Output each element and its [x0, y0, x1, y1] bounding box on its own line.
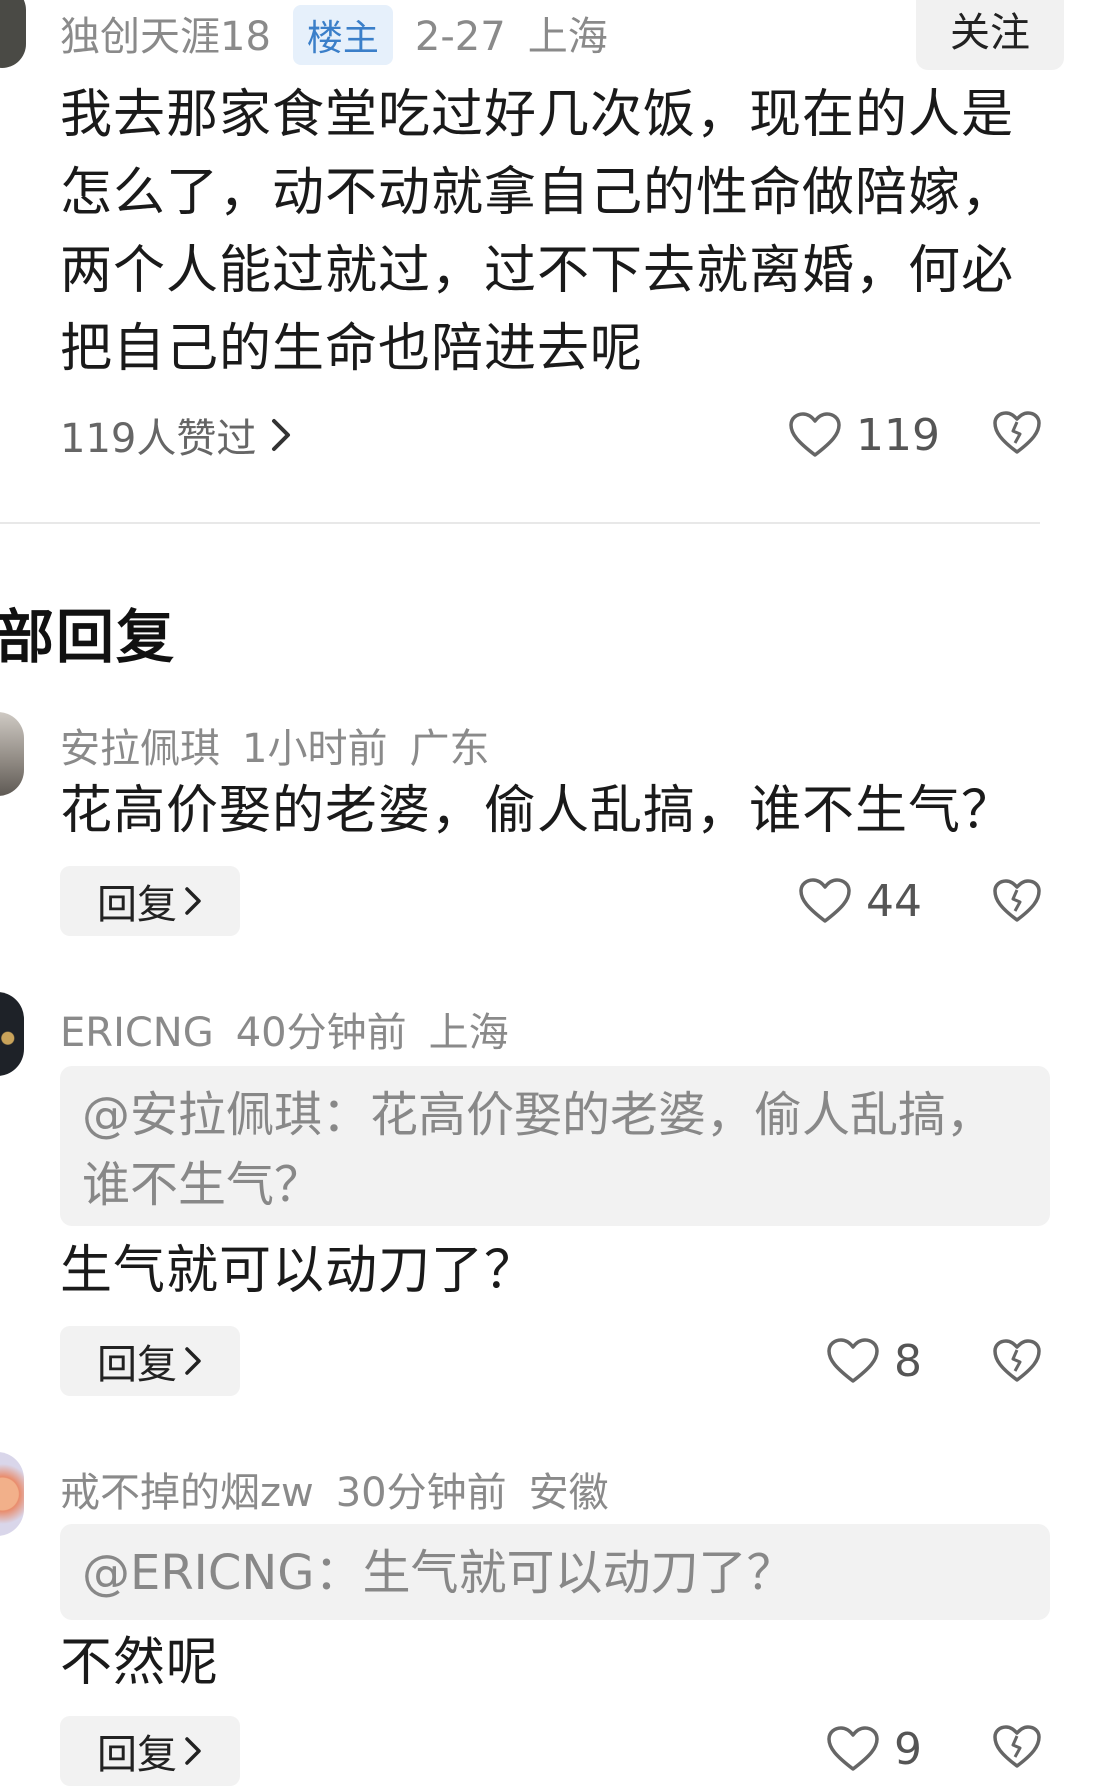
reply-like-count: 44 [866, 875, 922, 927]
reply-author-avatar[interactable] [0, 1452, 24, 1536]
reply-button[interactable]: 回复 [60, 1326, 240, 1396]
heart-outline-icon [788, 411, 842, 459]
chevron-right-icon [183, 886, 203, 916]
post-location: 上海 [527, 14, 608, 60]
reply-like-button[interactable]: 44 [798, 874, 922, 928]
reply-time: 30分钟前 [335, 1470, 507, 1516]
reply-dislike-button[interactable] [992, 1724, 1042, 1770]
all-replies-title: 部回复 [0, 603, 177, 671]
reply-location: 上海 [428, 1010, 509, 1056]
reply-text: 生气就可以动刀了？ [60, 1241, 538, 1301]
reply-text: 花高价娶的老婆，偷人乱搞，谁不生气？ [60, 781, 1015, 841]
quoted-reply[interactable]: @ERICNG：生气就可以动刀了？ [60, 1524, 1050, 1620]
broken-heart-icon [992, 1338, 1042, 1384]
reply-dislike-button[interactable] [992, 1338, 1042, 1384]
reply-meta: ERICNG 40分钟前 上海 [60, 1000, 531, 1058]
reply-text: 不然呢 [60, 1633, 220, 1693]
post-like-button[interactable]: 119 [788, 408, 940, 462]
reply-time: 40分钟前 [235, 1010, 407, 1056]
chevron-right-icon [183, 1346, 203, 1376]
follow-button[interactable]: 关注 [916, 0, 1064, 70]
owner-badge: 楼主 [292, 5, 393, 65]
section-divider [0, 522, 1040, 524]
post-text: 我去那家食堂吃过好几次饭，现在的人是怎么了，动不动就拿自己的性命做陪嫁，两个人能… [60, 85, 1015, 379]
reply-location: 安徽 [528, 1470, 609, 1516]
reply-author-avatar[interactable] [0, 712, 24, 796]
chevron-right-icon [183, 1736, 203, 1766]
likes-list-link[interactable]: 119人赞过 [60, 410, 292, 462]
reply-button-label: 回复 [97, 1732, 177, 1778]
heart-outline-icon [826, 1725, 880, 1773]
reply-button-label: 回复 [97, 882, 177, 928]
reply-author-name[interactable]: ERICNG [60, 1010, 214, 1056]
broken-heart-icon [992, 878, 1042, 924]
post-date: 2-27 [414, 14, 506, 60]
reply-location: 广东 [409, 726, 490, 772]
broken-heart-icon [992, 410, 1042, 456]
heart-outline-icon [798, 877, 852, 925]
reply-meta: 戒不掉的烟zw 30分钟前 安徽 [60, 1460, 631, 1518]
reply-like-count: 9 [894, 1723, 922, 1775]
reply-like-count: 8 [894, 1335, 922, 1387]
reply-author-name[interactable]: 戒不掉的烟zw [60, 1470, 314, 1516]
reply-author-avatar[interactable] [0, 992, 24, 1076]
reply-dislike-button[interactable] [992, 878, 1042, 924]
reply-button[interactable]: 回复 [60, 1716, 240, 1786]
chevron-right-icon [270, 418, 292, 452]
reply-button[interactable]: 回复 [60, 866, 240, 936]
likes-list-label: 119人赞过 [60, 416, 257, 462]
reply-author-name[interactable]: 安拉佩琪 [60, 726, 220, 772]
reply-time: 1小时前 [242, 726, 388, 772]
post-meta: 独创天涯18 楼主 2-27 上海 [60, 4, 630, 69]
quoted-reply[interactable]: @安拉佩琪：花高价娶的老婆，偷人乱搞，谁不生气？ [60, 1066, 1050, 1226]
post-author-name[interactable]: 独创天涯18 [60, 14, 271, 60]
post-like-count: 119 [856, 409, 940, 461]
post-author-avatar[interactable] [0, 0, 26, 68]
reply-like-button[interactable]: 9 [826, 1722, 922, 1776]
reply-meta: 安拉佩琪 1小时前 广东 [60, 716, 511, 774]
heart-outline-icon [826, 1337, 880, 1385]
post-dislike-button[interactable] [992, 410, 1042, 456]
broken-heart-icon [992, 1724, 1042, 1770]
reply-like-button[interactable]: 8 [826, 1334, 922, 1388]
reply-button-label: 回复 [97, 1342, 177, 1388]
